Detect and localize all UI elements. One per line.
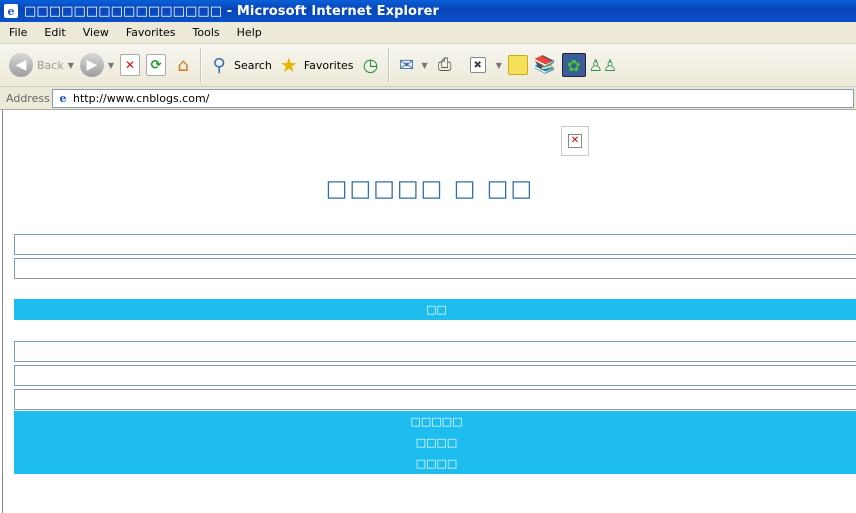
forward-button[interactable]: ▶ ▼	[77, 48, 117, 82]
refresh-button[interactable]: ⟳	[143, 48, 169, 82]
forward-arrow-icon: ▶	[79, 53, 104, 77]
back-arrow-icon: ◀	[9, 53, 33, 77]
site-heading: □□□□□ □ □□	[325, 176, 535, 202]
toolbar-separator	[387, 48, 390, 82]
menu-edit[interactable]: Edit	[35, 26, 73, 39]
favorites-star-icon: ★	[279, 53, 298, 77]
search-button[interactable]: ⚲ Search	[205, 48, 275, 82]
mail-button[interactable]: ✉ ▼	[393, 48, 431, 82]
messenger-button[interactable]: ♙♙	[588, 48, 618, 82]
form-field[interactable]	[14, 365, 856, 386]
footer-line[interactable]: □□□□□	[14, 411, 856, 432]
back-label: Back	[37, 58, 64, 72]
edit-dropdown-icon[interactable]: ▼	[496, 61, 502, 70]
page-icon: e	[59, 91, 67, 105]
menu-view[interactable]: View	[74, 26, 117, 39]
back-dropdown-icon[interactable]: ▼	[68, 61, 74, 70]
sticky-note-icon	[507, 55, 528, 75]
menu-tools[interactable]: Tools	[184, 26, 228, 39]
window-title: □□□□□□□□□□□□□□□□ - Microsoft Internet Ex…	[24, 3, 440, 19]
refresh-icon: ⟳	[146, 54, 167, 76]
mail-dropdown-icon[interactable]: ▼	[422, 61, 428, 70]
favorites-button[interactable]: ★ Favorites	[275, 48, 357, 82]
menu-file[interactable]: File	[0, 26, 35, 39]
title-bar: e □□□□□□□□□□□□□□□□ - Microsoft Internet …	[0, 0, 856, 22]
standard-toolbar: ◀ Back ▼ ▶ ▼ ✕ ⟳ ⌂ ⚲ Search ★ Favorites …	[0, 44, 856, 87]
form-field[interactable]	[14, 389, 856, 410]
menu-bar: File Edit View Favorites Tools Help	[0, 22, 856, 44]
address-input[interactable]	[73, 91, 833, 105]
back-button[interactable]: ◀ Back ▼	[6, 48, 77, 82]
form-field[interactable]	[14, 341, 856, 362]
home-icon: ⌂	[177, 54, 189, 76]
ie-logo-icon: e	[4, 4, 18, 18]
forward-dropdown-icon[interactable]: ▼	[108, 61, 114, 70]
footer-line[interactable]: □□□□	[14, 453, 856, 474]
favorites-label: Favorites	[303, 58, 354, 72]
stop-icon: ✕	[120, 54, 141, 76]
form-field[interactable]	[14, 234, 856, 255]
page-content: ✕ □□□□□ □ □□ □□ □□□□□ □□□□ □□□□	[2, 110, 856, 513]
history-button[interactable]: ◷	[357, 48, 385, 82]
toolbar-separator	[200, 48, 203, 82]
address-label: Address	[6, 91, 50, 105]
broken-image-icon: ✕	[568, 134, 582, 148]
address-bar: Address e	[0, 87, 856, 110]
home-button[interactable]: ⌂	[169, 48, 197, 82]
notes-button[interactable]	[505, 48, 531, 82]
section-band: □□	[14, 299, 856, 320]
edit-page-icon: ✖	[469, 57, 486, 73]
form-field[interactable]	[14, 258, 856, 279]
icq-button[interactable]: ✿	[559, 48, 589, 82]
history-clock-icon: ◷	[362, 54, 379, 76]
address-field[interactable]: e	[52, 88, 854, 108]
broken-image-logo: ✕	[561, 126, 589, 156]
search-icon: ⚲	[212, 54, 226, 76]
research-button[interactable]: 📚	[531, 48, 559, 82]
edit-button[interactable]: ✖ ▼	[467, 48, 505, 82]
footer-band: □□□□□ □□□□ □□□□	[14, 411, 856, 474]
search-label: Search	[234, 58, 272, 72]
printer-icon: ⎙	[437, 55, 452, 75]
mail-icon: ✉	[398, 54, 415, 76]
footer-line[interactable]: □□□□	[14, 432, 856, 453]
stop-button[interactable]: ✕	[117, 48, 143, 82]
menu-favorites[interactable]: Favorites	[117, 26, 184, 39]
research-books-icon: 📚	[534, 55, 556, 75]
icq-flower-icon: ✿	[561, 53, 586, 77]
messenger-buddies-icon: ♙♙	[588, 55, 618, 75]
menu-help[interactable]: Help	[228, 26, 270, 39]
print-button[interactable]: ⎙	[431, 48, 459, 82]
